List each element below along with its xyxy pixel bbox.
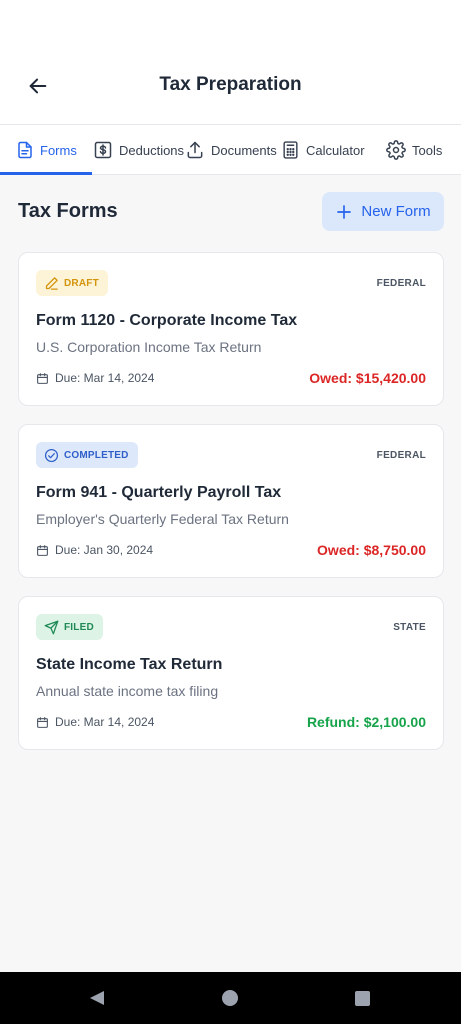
amount-owed: Owed: $15,420.00 <box>309 370 426 386</box>
upload-icon <box>187 141 203 159</box>
document-icon <box>18 141 32 159</box>
due-date-text: Due: Jan 30, 2024 <box>55 543 154 557</box>
tax-preparation-screen: Tax Preparation Forms Deductions Documen… <box>0 0 461 1024</box>
check-circle-icon <box>44 448 59 462</box>
tab-tools[interactable]: Tools <box>386 125 442 175</box>
amount-owed: Owed: $8,750.00 <box>317 542 426 558</box>
calendar-icon <box>37 716 48 728</box>
form-card[interactable]: DRAFT FEDERAL Form 1120 - Corporate Inco… <box>18 252 444 406</box>
amount-refund: Refund: $2,100.00 <box>306 714 426 730</box>
new-form-label: New Form <box>361 203 431 220</box>
page-title: Tax Preparation <box>159 74 302 95</box>
form-title: Form 941 - Quarterly Payroll Tax <box>36 484 282 501</box>
dollar-icon <box>94 141 112 159</box>
tab-label: Tools <box>412 142 443 158</box>
due-date-text: Due: Mar 14, 2024 <box>55 371 155 385</box>
new-form-button[interactable]: New Form <box>322 192 444 231</box>
app-header: Tax Preparation <box>0 0 461 124</box>
tab-label: Calculator <box>306 142 365 158</box>
system-nav-bar <box>0 972 461 1024</box>
jurisdiction-label: FEDERAL <box>376 278 426 289</box>
status-label: FILED <box>64 621 94 633</box>
form-subtitle: Employer's Quarterly Federal Tax Return <box>36 511 289 527</box>
tab-documents[interactable]: Documents <box>185 125 277 175</box>
tab-forms[interactable]: Forms <box>16 125 77 175</box>
status-badge: DRAFT <box>36 270 108 296</box>
form-card[interactable]: COMPLETED FEDERAL Form 941 - Quarterly P… <box>18 424 444 578</box>
tab-label: Deductions <box>119 142 185 158</box>
form-subtitle: Annual state income tax filing <box>36 683 219 699</box>
tab-label: Documents <box>211 142 277 158</box>
calendar-icon <box>37 544 48 556</box>
due-date: Due: Jan 30, 2024 <box>36 543 153 557</box>
tab-label: Forms <box>40 142 77 158</box>
status-label: COMPLETED <box>64 449 129 461</box>
pencil-icon <box>45 276 58 290</box>
jurisdiction-label: FEDERAL <box>376 450 426 461</box>
send-icon <box>44 620 59 634</box>
status-label: DRAFT <box>64 277 99 289</box>
form-subtitle: U.S. Corporation Income Tax Return <box>36 339 262 355</box>
status-badge: FILED <box>36 614 103 640</box>
tab-bar: Forms Deductions Documents Calculator To… <box>0 124 461 175</box>
due-date: Due: Mar 14, 2024 <box>36 715 154 729</box>
nav-back-icon[interactable] <box>89 990 105 1006</box>
calendar-icon <box>37 372 48 384</box>
section-title: Tax Forms <box>18 200 118 222</box>
due-date-text: Due: Mar 14, 2024 <box>55 715 155 729</box>
tab-calculator[interactable]: Calculator <box>281 125 365 175</box>
form-title: State Income Tax Return <box>36 656 223 673</box>
calculator-icon <box>283 141 298 159</box>
gear-icon <box>386 140 406 160</box>
form-title: Form 1120 - Corporate Income Tax <box>36 312 298 329</box>
nav-home-icon[interactable] <box>222 990 238 1006</box>
jurisdiction-label: STATE <box>393 622 426 633</box>
status-badge: COMPLETED <box>36 442 138 468</box>
plus-icon <box>337 204 352 219</box>
due-date: Due: Mar 14, 2024 <box>36 371 154 385</box>
active-tab-indicator <box>0 172 92 175</box>
tab-deductions[interactable]: Deductions <box>93 125 184 175</box>
nav-recents-icon[interactable] <box>355 991 370 1006</box>
form-card[interactable]: FILED STATE State Income Tax Return Annu… <box>18 596 444 750</box>
